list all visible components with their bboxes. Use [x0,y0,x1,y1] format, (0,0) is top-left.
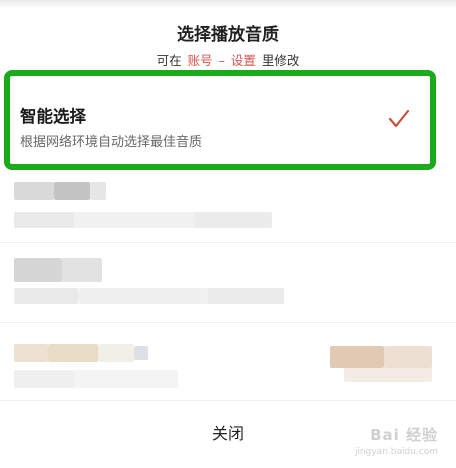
pixelated-block [90,182,106,200]
pixelated-block [194,212,272,228]
pixelated-block [14,182,54,200]
quality-picker-sheet: 选择播放音质 可在 账号 – 设置 里修改 智能选择 根据网络环境自动选择最佳音质 [0,0,456,468]
pixelated-block [208,288,284,304]
dialog-title: 选择播放音质 [177,25,279,45]
pixelated-block [134,346,148,360]
subtitle-prefix: 可在 [156,53,182,68]
baidu-watermark-url: jingyan.baidu.com [354,447,438,457]
option-smart-select-label: 智能选择 [20,107,86,126]
row-divider [0,242,456,243]
row-divider [0,322,456,323]
pixelated-block [344,368,432,382]
pixelated-block [14,258,62,282]
settings-link[interactable]: 设置 [231,53,256,68]
pixelated-block [14,370,74,388]
pixelated-block [48,344,98,362]
option-smart-select-description: 根据网络环境自动选择最佳音质 [20,135,203,150]
checkmark-icon [388,109,410,128]
pixelated-block [330,346,384,368]
pixelated-block [98,344,134,362]
pixelated-block [14,344,48,362]
pixelated-block [14,212,74,228]
pixelated-block [74,370,178,388]
dialog-subtitle: 可在 账号 – 设置 里修改 [0,50,456,69]
pixelated-block [14,288,78,304]
pixelated-block [54,182,90,200]
top-shade [0,0,456,8]
subtitle-separator: – [218,53,225,68]
pixelated-block [384,346,432,368]
baidu-watermark: Bai 经验 [370,426,438,444]
pixelated-block [78,288,208,304]
pixelated-block [62,258,102,282]
subtitle-suffix: 里修改 [261,53,300,68]
pixelated-block [74,212,194,228]
account-link[interactable]: 账号 [188,53,213,68]
